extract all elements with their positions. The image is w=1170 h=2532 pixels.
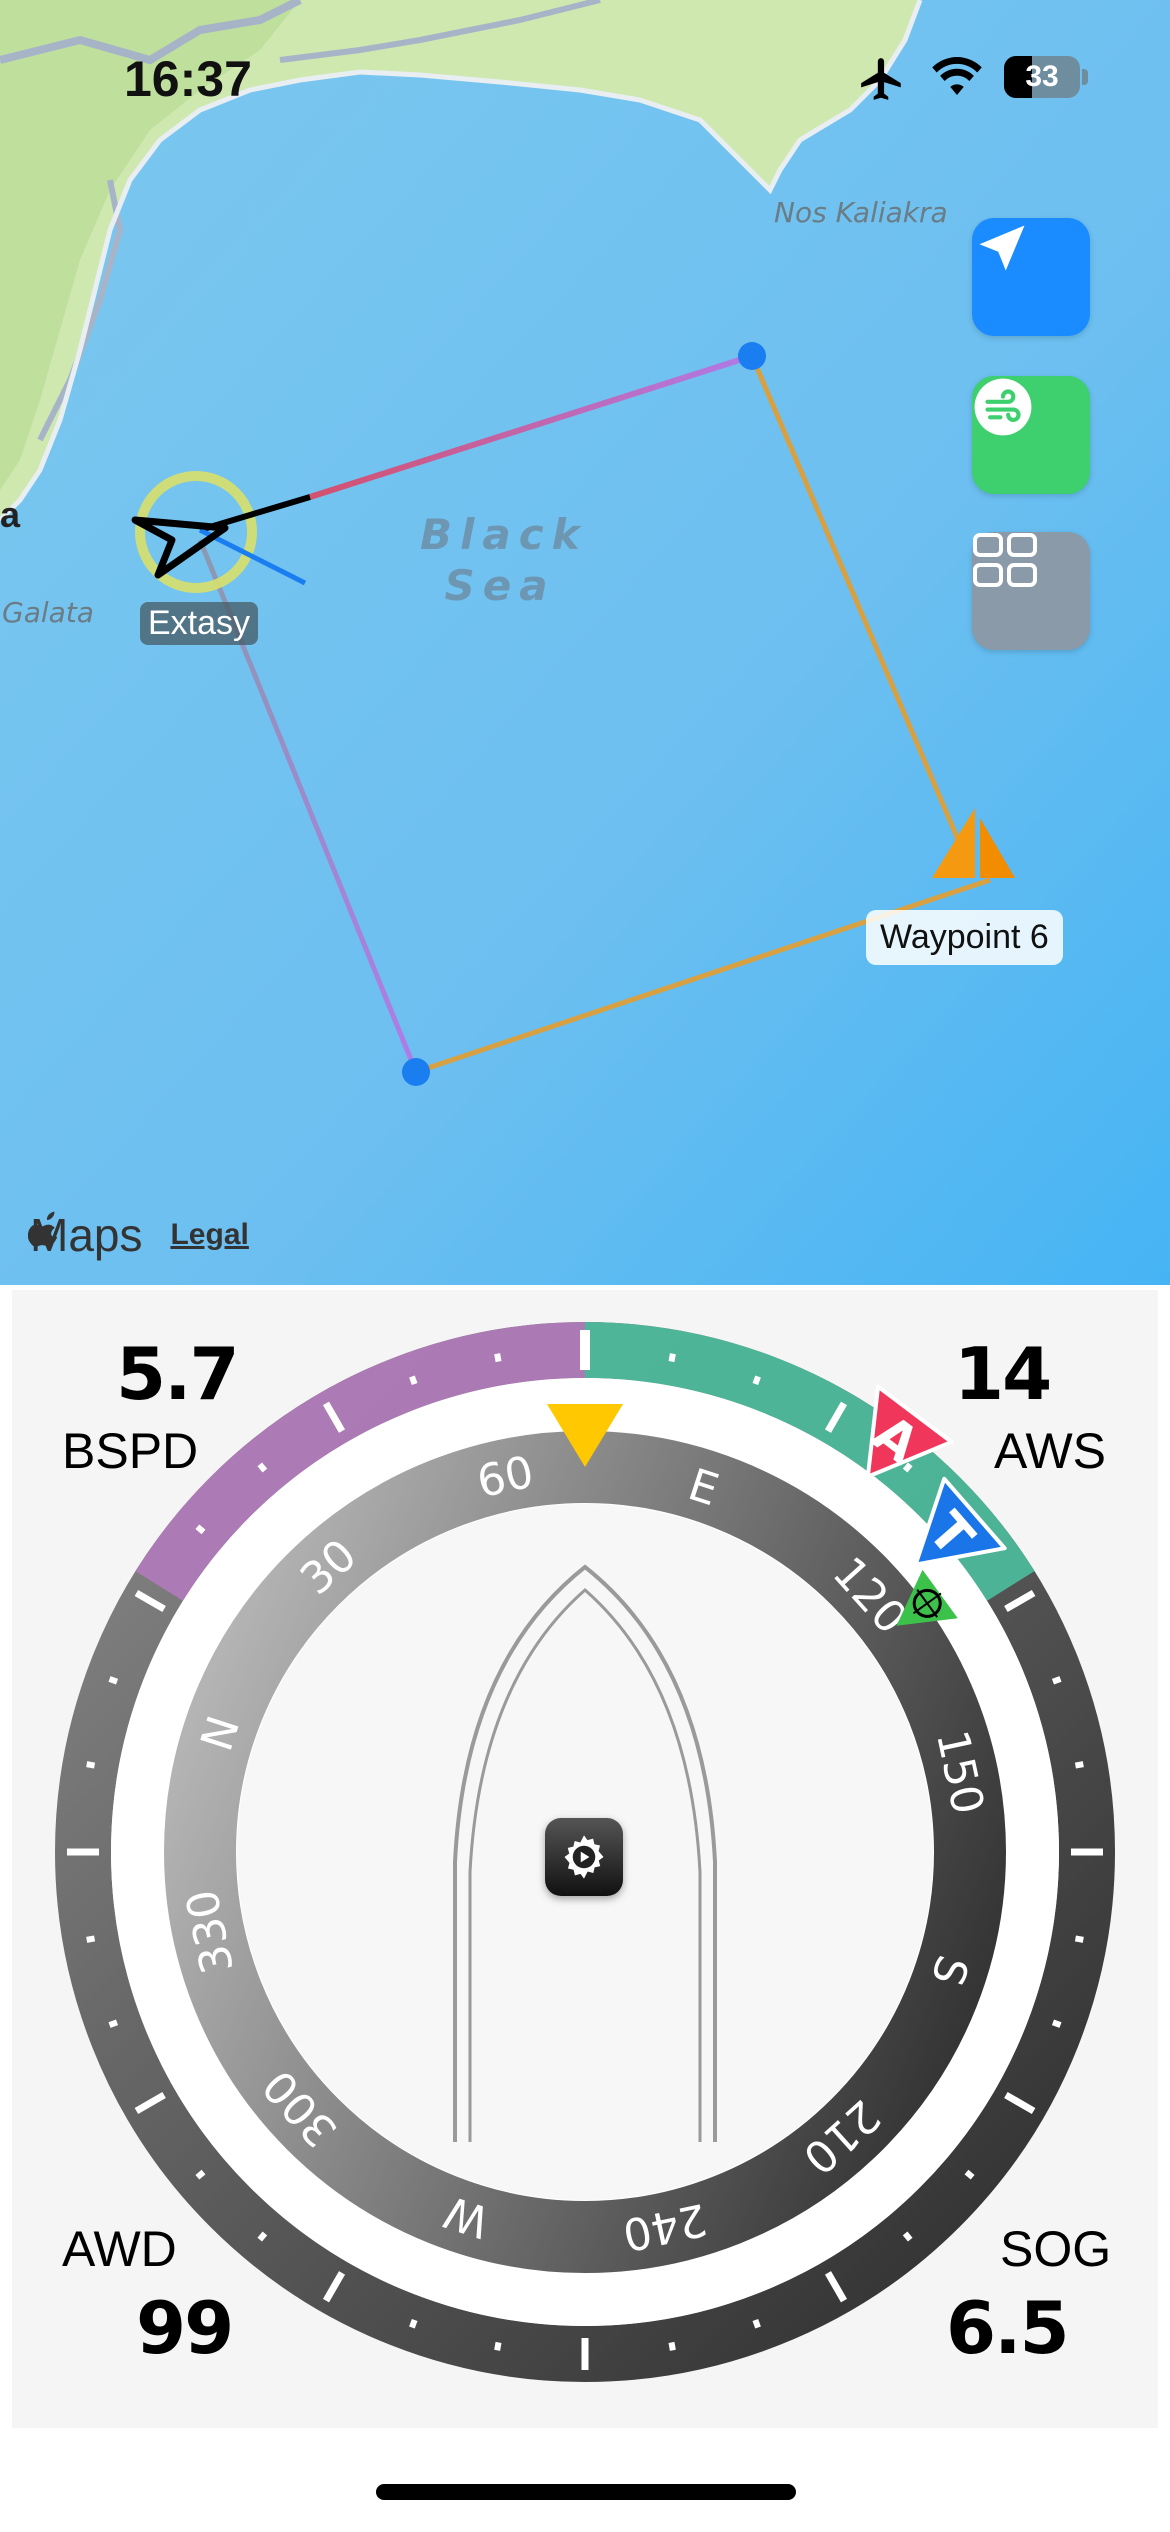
place-label: Nos Kaliakra [774, 196, 948, 229]
map-view[interactable]: 16:37 33 Nos Kaliakra Galata a Black Sea… [0, 0, 1170, 1285]
battery-icon: 33 [1004, 56, 1088, 98]
awd-label: AWD [62, 2221, 177, 2277]
outer-tick [1074, 1761, 1084, 1769]
outer-tick [902, 1462, 913, 1473]
location-arrow-icon [979, 225, 1025, 271]
outer-tick [86, 1761, 96, 1769]
waypoint-label[interactable]: Waypoint 6 [866, 910, 1063, 965]
outer-tick [195, 2169, 206, 2180]
bspd-label: BSPD [62, 1423, 199, 1479]
legal-link[interactable]: Legal [170, 1218, 248, 1252]
outer-tick [195, 1524, 206, 1535]
wifi-icon [930, 54, 984, 100]
outer-tick [668, 2341, 676, 2351]
place-label-edge: a [0, 494, 21, 535]
outer-tick [257, 1462, 268, 1473]
sog-label: SOG [1000, 2221, 1112, 2277]
home-indicator[interactable] [376, 2484, 796, 2500]
wind-button[interactable] [972, 376, 1090, 494]
outer-tick [108, 1676, 119, 1685]
apple-logo-icon [28, 1211, 58, 1247]
outer-tick [409, 1375, 418, 1386]
sog-value: 6.5 [946, 2286, 1070, 2370]
outer-tick [752, 1375, 761, 1386]
status-time: 16:37 [124, 51, 252, 107]
sea-name-line: Black [420, 510, 588, 559]
awd-value: 99 [136, 2286, 234, 2370]
outer-tick [494, 1353, 502, 1363]
outer-tick [964, 2169, 975, 2180]
grid-icon [973, 533, 1037, 587]
route-point [738, 342, 766, 370]
locate-button[interactable] [972, 218, 1090, 336]
aws-value: 14 [954, 1332, 1052, 1416]
layout-button[interactable] [972, 532, 1090, 650]
outer-tick [1051, 1676, 1062, 1685]
outer-tick [668, 1353, 676, 1363]
battery-level: 33 [1025, 60, 1059, 93]
outer-tick [494, 2341, 502, 2351]
outer-tick [752, 2318, 761, 2329]
outer-tick [1051, 2019, 1062, 2028]
outer-tick [902, 2231, 913, 2242]
aws-label: AWS [994, 1423, 1107, 1479]
route-point [402, 1058, 430, 1086]
boat-name-label[interactable]: Extasy [140, 602, 259, 645]
outer-tick [86, 1935, 96, 1943]
outer-tick [108, 2019, 119, 2028]
sea-name: Black Sea [420, 510, 580, 610]
bspd-value: 5.7 [116, 1332, 240, 1416]
outer-tick [257, 2231, 268, 2242]
sea-name-line: Sea [444, 561, 556, 610]
place-label: Galata [2, 596, 94, 629]
airplane-mode-icon [856, 54, 908, 104]
settings-button[interactable] [545, 1818, 623, 1896]
maps-attribution: Maps Legal [28, 1208, 249, 1262]
instrument-panel: 60 E 120 150 S 210 240 W 300 330 N 30 A T 5.7 BSPD 14… [12, 1290, 1158, 2428]
outer-tick [409, 2318, 418, 2329]
gear-play-icon [564, 1835, 604, 1879]
wind-icon [974, 378, 1032, 436]
outer-tick [1074, 1935, 1084, 1943]
